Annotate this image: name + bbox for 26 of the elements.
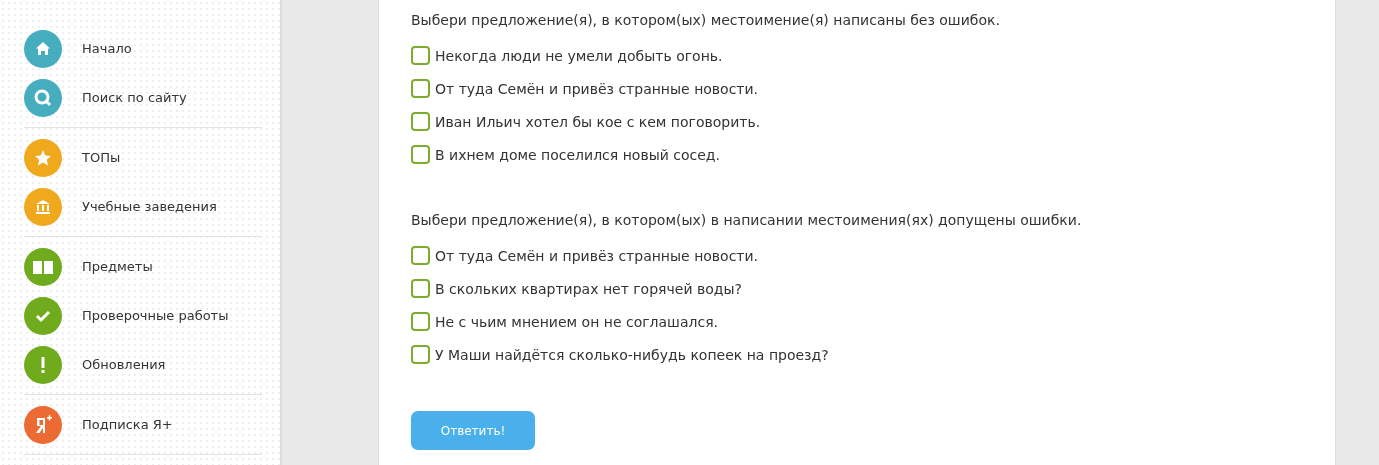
option-label[interactable]: В скольких квартирах нет горячей воды?: [435, 280, 742, 297]
checkbox[interactable]: [411, 79, 430, 98]
option-label[interactable]: От туда Семён и привёз странные новости.: [435, 247, 759, 264]
checkbox[interactable]: [411, 345, 430, 364]
checkbox[interactable]: [411, 46, 430, 65]
sidebar-item[interactable]: Проверочные работы: [24, 291, 262, 340]
question-text: Выбери предложение(я), в котором(ых) в написании местоимения(ях) допущены ошибки.: [411, 211, 1083, 230]
question-text: Выбери предложение(я), в котором(ых) местоимение(я) написаны без ошибок.: [411, 11, 1001, 30]
option-label[interactable]: В ихнем доме поселился новый сосед.: [435, 146, 720, 163]
checkbox[interactable]: [411, 145, 430, 164]
option-label[interactable]: У Маши найдётся сколько-нибудь копеек на проезд?: [435, 346, 829, 363]
checkbox[interactable]: [411, 112, 430, 131]
sidebar-item[interactable]: Начало: [24, 24, 262, 73]
checkbox[interactable]: [411, 312, 430, 331]
option-label[interactable]: От туда Семён и привёз странные новости.: [435, 80, 759, 97]
option-label[interactable]: Не с чьим мнением он не соглашался.: [435, 313, 718, 330]
checkbox[interactable]: [411, 246, 430, 265]
sidebar-item[interactable]: Обновления: [24, 340, 262, 389]
sidebar-item[interactable]: ТОПы: [24, 133, 262, 182]
sidebar-item[interactable]: Предметы: [24, 242, 262, 291]
sidebar-item[interactable]: Поиск по сайту: [24, 73, 262, 122]
sidebar-item[interactable]: Учебные заведения: [24, 182, 262, 231]
option-label[interactable]: Некогда люди не умели добыть огонь.: [435, 47, 723, 64]
sidebar-item[interactable]: Подписка Я+: [24, 400, 262, 449]
option-label[interactable]: Иван Ильич хотел бы кое с кем поговорить.: [435, 113, 761, 130]
checkbox[interactable]: [411, 279, 430, 298]
